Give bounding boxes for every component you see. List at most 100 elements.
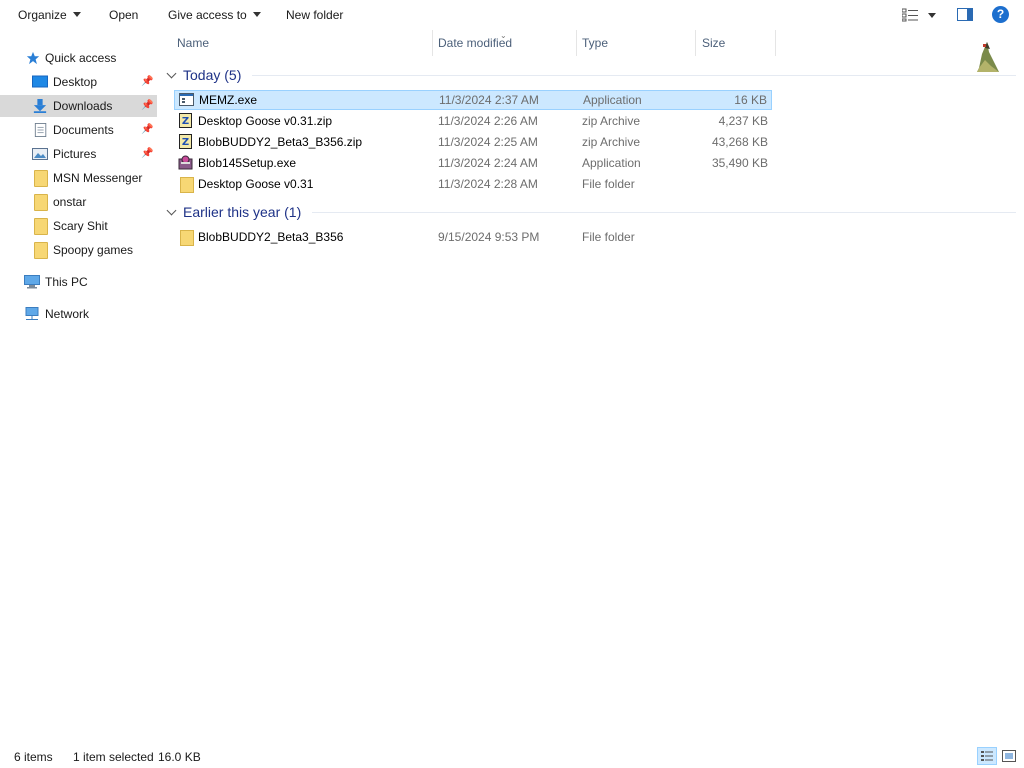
nav-network[interactable]: Network [0,303,157,325]
nav-item-label: Documents [53,123,114,137]
zip-archive-icon: Z [179,134,192,149]
file-type: zip Archive [582,135,641,149]
file-row-desktop-goose-folder[interactable]: Desktop Goose v0.31 11/3/2024 2:28 AM Fi… [174,174,772,194]
file-name: MEMZ.exe [199,93,258,107]
folder-icon [34,170,48,187]
give-access-button[interactable]: Give access to [168,7,261,23]
pin-icon: 📌 [141,76,154,87]
pin-icon: 📌 [141,148,154,159]
file-name: Desktop Goose v0.31.zip [198,114,333,128]
column-header-name[interactable]: Name [177,30,209,56]
folder-icon [180,230,194,246]
chevron-down-icon [166,68,177,79]
file-name: BlobBUDDY2_Beta3_B356.zip [198,135,363,149]
large-icons-view-icon[interactable] [1001,748,1017,764]
group-header-earlier-this-year[interactable]: Earlier this year (1) [165,202,301,222]
nav-item-onstar[interactable]: onstar [0,191,157,213]
file-size: 16 KB [734,93,767,107]
group-divider [312,212,1016,213]
navigation-pane: Quick access Desktop 📌 Downloads 📌 Docum… [0,30,160,740]
group-divider [252,75,1016,76]
file-size: 43,268 KB [711,135,768,149]
organize-label: Organize [18,8,67,22]
column-divider[interactable] [775,30,776,56]
nav-item-label: MSN Messenger [53,171,143,185]
nav-item-pictures[interactable]: Pictures 📌 [0,143,157,165]
column-divider[interactable] [695,30,696,56]
view-options-chevron-icon[interactable] [928,13,936,18]
nav-item-label: Scary Shit [53,219,108,233]
pictures-icon [32,148,48,160]
selection-count: 1 item selected [73,750,154,764]
group-header-today[interactable]: Today (5) [165,65,241,85]
help-icon[interactable]: ? [992,6,1009,23]
file-date: 11/3/2024 2:25 AM [438,135,538,149]
nav-item-documents[interactable]: Documents 📌 [0,119,157,141]
nav-item-label: Desktop [53,75,98,89]
new-folder-label: New folder [286,8,344,22]
nav-this-pc[interactable]: This PC [0,271,157,293]
setup-installer-icon [178,155,193,170]
file-date: 11/3/2024 2:28 AM [438,177,538,191]
open-button[interactable]: Open [109,7,138,23]
file-size: 4,237 KB [718,114,768,128]
organize-button[interactable]: Organize [18,7,81,23]
nav-item-label: Downloads [53,99,113,113]
file-name: Blob145Setup.exe [198,156,297,170]
details-view-button[interactable] [977,747,997,765]
preview-pane-icon[interactable] [957,8,973,21]
nav-quick-access[interactable]: Quick access [0,47,157,69]
nav-item-scary-shit[interactable]: Scary Shit [0,215,157,237]
folder-icon [34,194,48,211]
status-bar: 6 items 1 item selected 16.0 KB [0,746,1024,768]
column-header-size[interactable]: Size [702,30,725,56]
nav-item-label: onstar [53,195,87,209]
nav-item-label: Spoopy games [53,243,134,257]
folder-icon [180,177,194,193]
nav-item-msn-messenger[interactable]: MSN Messenger [0,167,157,189]
svg-text:Z: Z [182,116,189,127]
file-type: Application [583,93,642,107]
pin-icon: 📌 [141,124,154,135]
column-divider[interactable] [576,30,577,56]
details-view-icon [981,751,993,761]
network-icon [25,307,39,320]
file-row-memz[interactable]: MEMZ.exe 11/3/2024 2:37 AM Application 1… [174,90,772,110]
file-type: Application [582,156,641,170]
file-row-blobbuddy-zip[interactable]: Z BlobBUDDY2_Beta3_B356.zip 11/3/2024 2:… [174,132,772,152]
star-icon [26,51,40,65]
desktop-icon [32,75,48,88]
chevron-down-icon [72,12,81,18]
folder-icon [34,218,48,235]
pin-icon: 📌 [141,100,154,111]
zip-archive-icon: Z [179,113,192,128]
nav-item-spoopy-games[interactable]: Spoopy games [0,239,157,261]
file-name: Desktop Goose v0.31 [198,177,314,191]
chevron-down-icon [252,12,261,18]
file-type: zip Archive [582,114,641,128]
give-access-label: Give access to [168,8,247,22]
file-row-desktop-goose-zip[interactable]: Z Desktop Goose v0.31.zip 11/3/2024 2:26… [174,111,772,131]
chevron-down-icon [166,205,177,216]
change-view-icon[interactable] [902,8,918,22]
goose-icon [977,42,999,72]
nav-this-pc-label: This PC [45,275,88,289]
nav-item-label: Pictures [53,147,97,161]
column-header-date[interactable]: Date modified [438,30,512,56]
column-header-type[interactable]: Type [582,30,608,56]
file-date: 11/3/2024 2:24 AM [438,156,538,170]
file-date: 9/15/2024 9:53 PM [438,230,540,244]
column-divider[interactable] [432,30,433,56]
file-size: 35,490 KB [711,156,768,170]
file-date: 11/3/2024 2:26 AM [438,114,538,128]
nav-item-desktop[interactable]: Desktop 📌 [0,71,157,93]
application-window-icon [179,93,194,106]
new-folder-button[interactable]: New folder [286,7,343,23]
computer-icon [24,275,40,289]
open-label: Open [109,8,139,22]
nav-item-downloads[interactable]: Downloads 📌 [0,95,157,117]
file-row-blob-setup[interactable]: Blob145Setup.exe 11/3/2024 2:24 AM Appli… [174,153,772,173]
command-bar: Organize Open Give access to New folder … [0,0,1024,30]
file-row-blobbuddy-folder[interactable]: BlobBUDDY2_Beta3_B356 9/15/2024 9:53 PM … [174,227,772,247]
selection-size: 16.0 KB [158,750,201,764]
